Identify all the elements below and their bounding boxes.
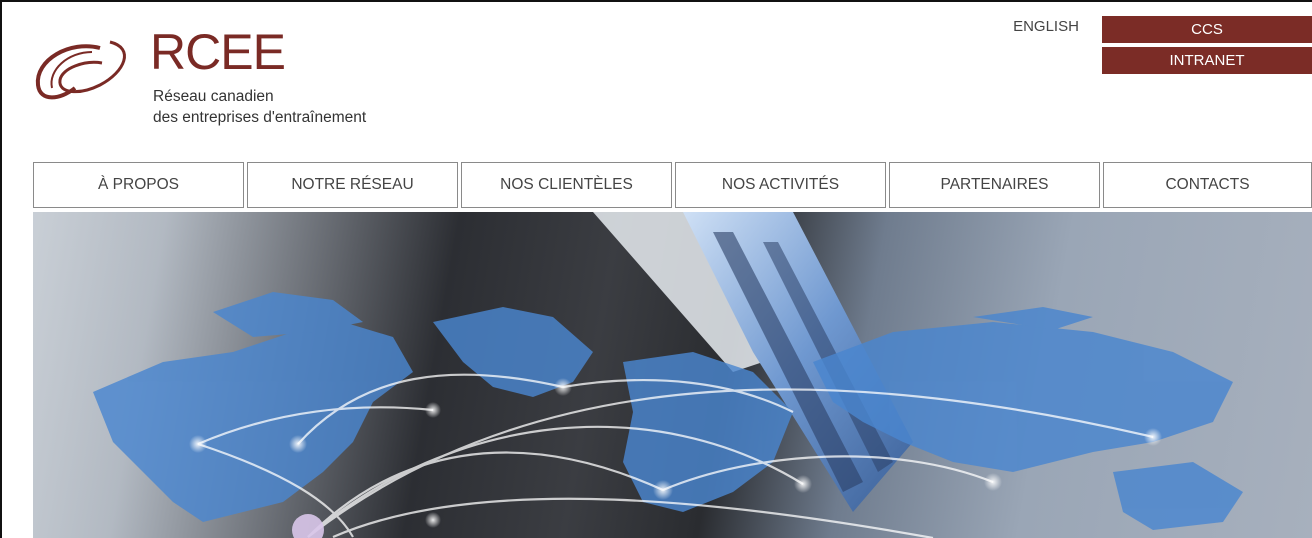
- english-language-link[interactable]: ENGLISH: [996, 18, 1096, 35]
- ccs-button[interactable]: CCS: [1102, 16, 1312, 43]
- hero-banner-image: [33, 212, 1312, 538]
- logo-swoosh-icon: [35, 40, 126, 100]
- nav-item-partenaires[interactable]: PARTENAIRES: [889, 162, 1100, 208]
- brand-title: RCEE: [150, 24, 286, 80]
- brand-subtitle-line1: Réseau canadien: [153, 88, 274, 105]
- nav-item-nos-clienteles[interactable]: NOS CLIENTÈLES: [461, 162, 672, 208]
- site-logo[interactable]: RCEE Réseau canadien des entreprises d'e…: [30, 20, 410, 135]
- nav-item-a-propos[interactable]: À PROPOS: [33, 162, 244, 208]
- nav-item-notre-reseau[interactable]: NOTRE RÉSEAU: [247, 162, 458, 208]
- world-map-network-illustration: [93, 212, 1243, 538]
- nav-item-contacts[interactable]: CONTACTS: [1103, 162, 1312, 208]
- intranet-button[interactable]: INTRANET: [1102, 47, 1312, 74]
- nav-item-nos-activites[interactable]: NOS ACTIVITÉS: [675, 162, 886, 208]
- brand-subtitle-line2: des entreprises d'entraînement: [153, 109, 367, 126]
- main-navigation: À PROPOS NOTRE RÉSEAU NOS CLIENTÈLES NOS…: [33, 162, 1312, 208]
